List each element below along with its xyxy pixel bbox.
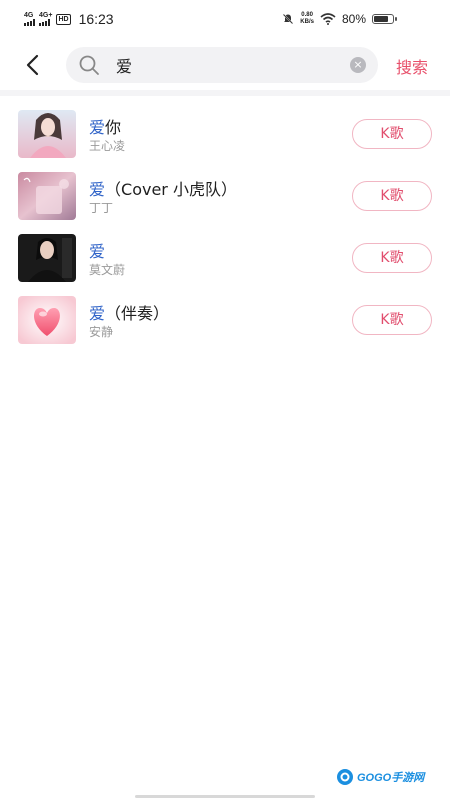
song-title: 爱 [89,238,105,262]
gogo-logo-icon [337,769,353,785]
battery-icon [372,14,397,24]
artist-name: 莫文蔚 [89,263,126,277]
watermark-text: GOGO手游网 [357,772,425,784]
album-cover [18,110,76,158]
title-rest: 你 [105,118,122,137]
status-time: 16:23 [78,11,114,27]
search-header: × 搜索 [0,44,450,86]
status-bar: 4G 4G+ HD 16:23 0.80 KB/s 80% [0,0,450,38]
back-arrow-icon[interactable] [20,52,46,78]
network-type-1: 4G [24,12,34,19]
speed-value: 0.80 [301,12,313,18]
signal-icon: 4G+ [39,12,52,26]
search-button[interactable]: 搜索 [396,54,428,78]
search-input[interactable] [116,55,336,74]
karaoke-button[interactable]: K歌 [352,181,432,211]
speed-unit: KB/s [300,19,314,25]
song-title: 爱（Cover 小虎队） [89,176,237,200]
list-item[interactable]: 爱（Cover 小虎队） 丁丁 K歌 [0,166,450,228]
title-highlight: 爱 [89,242,106,261]
karaoke-button[interactable]: K歌 [352,305,432,335]
karaoke-button[interactable]: K歌 [352,119,432,149]
watermark-logo: GOGO手游网 [336,768,424,786]
hd-badge: HD [56,13,71,25]
album-cover [18,234,76,282]
list-item[interactable]: 爱你 王心凌 K歌 [0,104,450,166]
artist-name: 丁丁 [89,201,114,215]
mute-bell-icon [283,13,294,25]
home-indicator[interactable] [135,795,315,798]
title-rest: （伴奏） [105,304,170,323]
artist-name: 安静 [89,325,114,339]
song-title: 爱（伴奏） [89,300,169,324]
battery-percent: 80% [341,12,366,26]
network-speed: 0.80 KB/s [300,12,314,26]
list-item[interactable]: 爱 莫文蔚 K歌 [0,228,450,290]
search-icon [79,55,99,75]
search-box[interactable]: × [66,47,378,83]
album-cover [18,296,76,344]
clear-icon[interactable]: × [350,57,366,73]
artist-name: 王心凌 [89,139,126,153]
network-type-2: 4G+ [39,12,53,19]
status-right: 0.80 KB/s 80% [282,12,397,26]
title-rest: （Cover 小虎队） [105,180,237,199]
wifi-icon [320,13,336,25]
results-list: 爱你 王心凌 K歌 爱（Cover 小虎队） 丁丁 K歌 爱 莫文蔚 K歌 爱（… [0,104,450,352]
album-cover [18,172,76,220]
title-highlight: 爱 [89,304,106,323]
signal-icon: 4G [24,12,35,26]
song-title: 爱你 [89,114,121,138]
divider [0,90,450,96]
list-item[interactable]: 爱（伴奏） 安静 K歌 [0,290,450,352]
status-left: 4G 4G+ HD 16:23 [24,11,114,27]
title-highlight: 爱 [89,180,106,199]
karaoke-button[interactable]: K歌 [352,243,432,273]
title-highlight: 爱 [89,118,106,137]
